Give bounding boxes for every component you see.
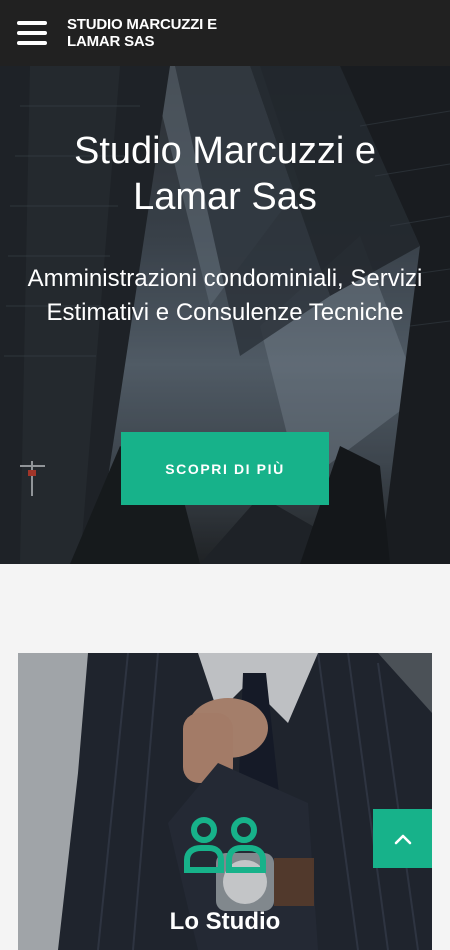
hero-section: Studio Marcuzzi e Lamar Sas Amministrazi… [0,66,450,564]
hamburger-icon[interactable] [17,21,47,45]
site-brand-link[interactable]: STUDIO MARCUZZI E LAMAR SAS [67,16,237,50]
studio-card[interactable]: Lo Studio [18,653,432,950]
scroll-to-top-button[interactable] [373,809,432,868]
top-navbar: STUDIO MARCUZZI E LAMAR SAS [0,0,450,66]
hero-title: Studio Marcuzzi e Lamar Sas [73,130,376,218]
discover-more-button[interactable]: SCOPRI DI PIÙ [121,432,329,505]
hero-subtitle: Amministrazioni condominiali, Servizi Es… [27,265,423,326]
users-icon [184,817,266,873]
card-title: Lo Studio [169,908,281,935]
chevron-up-icon [394,834,411,844]
